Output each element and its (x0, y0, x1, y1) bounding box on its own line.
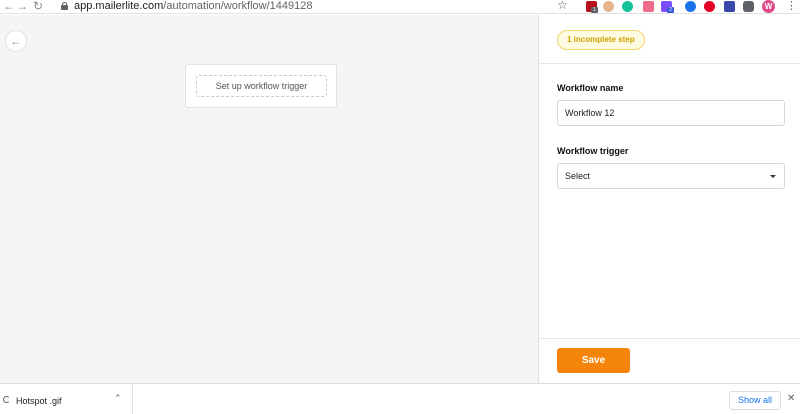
close-icon[interactable]: ✕ (787, 393, 795, 404)
divider (539, 338, 800, 339)
extension-circle-icon[interactable] (685, 1, 696, 12)
back-arrow-icon[interactable]: ← (3, 0, 15, 13)
file-icon (3, 396, 10, 403)
show-all-button[interactable]: Show all (729, 391, 781, 410)
chevron-up-icon[interactable]: ⌃ (114, 393, 122, 404)
lock-icon (61, 2, 68, 10)
extension-notes-icon[interactable] (643, 1, 654, 12)
back-arrow-icon[interactable]: ← (5, 30, 27, 52)
divider (539, 63, 800, 64)
select-value: Select (565, 171, 591, 181)
setup-trigger-button[interactable]: Set up workflow trigger (196, 75, 327, 97)
reload-icon[interactable]: ↻ (33, 0, 43, 13)
caret-down-icon (770, 175, 776, 178)
trigger-card: Set up workflow trigger (185, 64, 337, 108)
browser-toolbar: ← → ↻ app.mailerlite.com/automation/work… (0, 0, 800, 14)
workflow-trigger-label: Workflow trigger (557, 146, 629, 156)
save-button[interactable]: Save (557, 348, 630, 373)
star-icon[interactable]: ☆ (557, 0, 568, 12)
extensions-puzzle-icon[interactable] (743, 1, 754, 12)
workflow-name-label: Workflow name (557, 83, 624, 93)
extension-face-icon[interactable] (603, 1, 614, 12)
settings-panel: 1 incomplete step Workflow name Workflow… (538, 15, 800, 383)
download-file-name: Hotspot .gif (16, 396, 62, 406)
forward-arrow-icon[interactable]: → (16, 0, 28, 13)
kebab-menu-icon[interactable]: ⋮ (786, 0, 797, 13)
url-host: app.mailerlite.com (74, 0, 164, 12)
extension-badge: 2 (667, 7, 674, 13)
workflow-trigger-select[interactable]: Select (557, 163, 785, 189)
status-badge[interactable]: 1 incomplete step (557, 30, 645, 50)
extension-grammarly-icon[interactable] (622, 1, 633, 12)
extension-badge: 1 (591, 7, 598, 13)
url-path: /automation/workflow/1449128 (163, 0, 313, 12)
address-bar[interactable]: app.mailerlite.com/automation/workflow/1… (74, 0, 312, 13)
download-item[interactable]: Hotspot .gif ⌃ (0, 384, 133, 414)
workflow-name-input[interactable]: Workflow 12 (557, 100, 785, 126)
workflow-canvas[interactable]: ← Set up workflow trigger (0, 15, 538, 383)
downloads-bar: Hotspot .gif ⌃ Show all ✕ (0, 383, 800, 414)
extension-arrow-icon[interactable] (724, 1, 735, 12)
extension-pinterest-icon[interactable] (704, 1, 715, 12)
profile-avatar[interactable]: W (762, 0, 775, 13)
